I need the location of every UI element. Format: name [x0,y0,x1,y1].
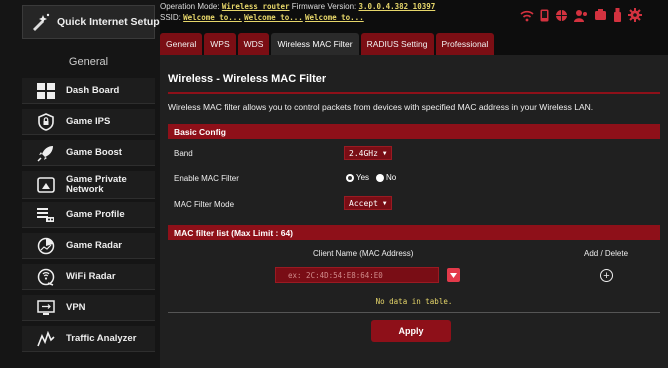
wifi-status-icon[interactable] [520,9,534,27]
band-select-value: 2.4GHz [349,148,378,158]
sidebar-item-game-private-network[interactable]: Game Private Network [22,171,155,199]
chevron-down-icon [450,272,457,278]
sidebar-item-label: Game IPS [66,115,111,127]
rocket-icon [35,143,57,163]
usb-status-icon[interactable] [594,8,607,27]
operation-mode-link[interactable]: Wireless router [222,2,290,11]
sidebar-item-label: Traffic Analyzer [66,332,137,344]
apply-button[interactable]: Apply [371,320,451,342]
quick-internet-setup-label: Quick Internet Setup [57,16,160,28]
vpn-icon [35,298,57,318]
tab-wireless-mac-filter[interactable]: Wireless MAC Filter [271,33,359,55]
sidebar-item-game-boost[interactable]: Game Boost [22,140,155,166]
column-add-delete: Add / Delete [584,249,629,258]
title-divider [168,92,660,94]
client-list-dropdown-button[interactable] [447,268,460,282]
operation-mode-label: Operation Mode: [160,2,220,11]
traffic-analyzer-icon [35,329,57,349]
sidebar-item-game-radar[interactable]: Game Radar [22,233,155,259]
sidebar-item-label: Game Private Network [66,173,127,195]
enable-no-label: No [386,173,397,182]
sidebar-item-label: Game Radar [66,239,122,251]
mac-filter-mode-value: Accept [349,198,378,208]
mobile-app-icon[interactable] [540,9,549,27]
radar-icon [35,236,57,256]
sidebar: Quick Internet Setup General Dash Board … [0,0,160,368]
band-select[interactable]: 2.4GHz ▼ [344,146,392,160]
quick-internet-setup-button[interactable]: Quick Internet Setup [22,5,160,39]
usb-drive-icon[interactable] [613,8,622,27]
mac-address-input[interactable]: ex: 2C:4D:54:E8:64:E0 [275,267,439,283]
ssid-link[interactable]: Welcome to... [183,13,242,22]
wifi-radar-icon [35,267,57,287]
tab-bar: General WPS WDS Wireless MAC Filter RADI… [160,33,495,55]
add-mac-button[interactable]: + [600,269,613,282]
sidebar-item-traffic-analyzer[interactable]: Traffic Analyzer [22,326,155,352]
mac-filter-list-heading: MAC filter list (Max Limit : 64) [168,225,660,240]
enable-yes-label: Yes [356,173,370,182]
sidebar-item-label: Dash Board [66,84,120,96]
radio-selected-icon [346,173,354,182]
mac-filter-mode-select[interactable]: Accept ▼ [344,196,392,210]
sidebar-item-label: VPN [66,301,86,313]
ssid-label: SSID: [160,12,181,22]
mac-list-column-header: Client Name (MAC Address) Add / Delete [168,246,660,261]
wizard-icon [30,9,52,35]
firmware-label: Firmware Version: [291,2,357,11]
profile-icon [35,205,57,225]
tab-general[interactable]: General [160,33,203,55]
chevron-down-icon: ▼ [382,149,387,157]
chevron-down-icon: ▼ [382,199,387,207]
sidebar-item-wifi-radar[interactable]: WiFi Radar [22,264,155,290]
page-description: Wireless MAC filter allows you to contro… [168,102,594,112]
status-icons [520,8,642,27]
shield-icon [35,112,57,132]
enable-no-radio[interactable]: No [376,173,396,182]
clients-icon[interactable] [574,9,588,27]
radio-unselected-icon [376,173,384,182]
private-network-icon [35,175,57,195]
basic-config-heading: Basic Config [168,124,660,139]
no-data-message: No data in table. [375,297,453,306]
enable-yes-radio[interactable]: Yes [346,173,369,182]
enable-mac-filter-label: Enable MAC Filter [174,174,239,183]
tab-wps[interactable]: WPS [204,33,236,55]
tab-wds[interactable]: WDS [237,33,270,55]
sidebar-item-game-profile[interactable]: Game Profile [22,202,155,228]
status-bar: Operation Mode: Wireless router Firmware… [160,2,435,23]
sidebar-item-dash-board[interactable]: Dash Board [22,78,155,104]
band-label: Band [174,149,193,158]
firmware-version-link[interactable]: 3.0.0.4.382_10397 [359,2,436,11]
general-heading: General [68,56,109,68]
sidebar-item-game-ips[interactable]: Game IPS [22,109,155,135]
ssid-link[interactable]: Welcome to... [244,13,303,22]
column-client-name: Client Name (MAC Address) [313,249,414,258]
dashboard-icon [35,81,57,101]
main-panel: Wireless - Wireless MAC Filter Wireless … [160,55,668,368]
mac-filter-mode-label: MAC Filter Mode [174,200,235,209]
tab-radius-setting[interactable]: RADIUS Setting [360,33,434,55]
settings-gear-icon[interactable] [628,8,642,27]
page-title: Wireless - Wireless MAC Filter [168,73,327,85]
sidebar-item-vpn[interactable]: VPN [22,295,155,321]
network-map-icon[interactable] [555,9,568,27]
plus-icon: + [603,269,610,282]
sidebar-item-label: WiFi Radar [66,270,116,282]
sidebar-item-label: Game Profile [66,208,125,220]
bottom-divider [168,312,660,313]
ssid-link[interactable]: Welcome to... [305,13,364,22]
tab-professional[interactable]: Professional [435,33,495,55]
sidebar-item-label: Game Boost [66,146,122,158]
